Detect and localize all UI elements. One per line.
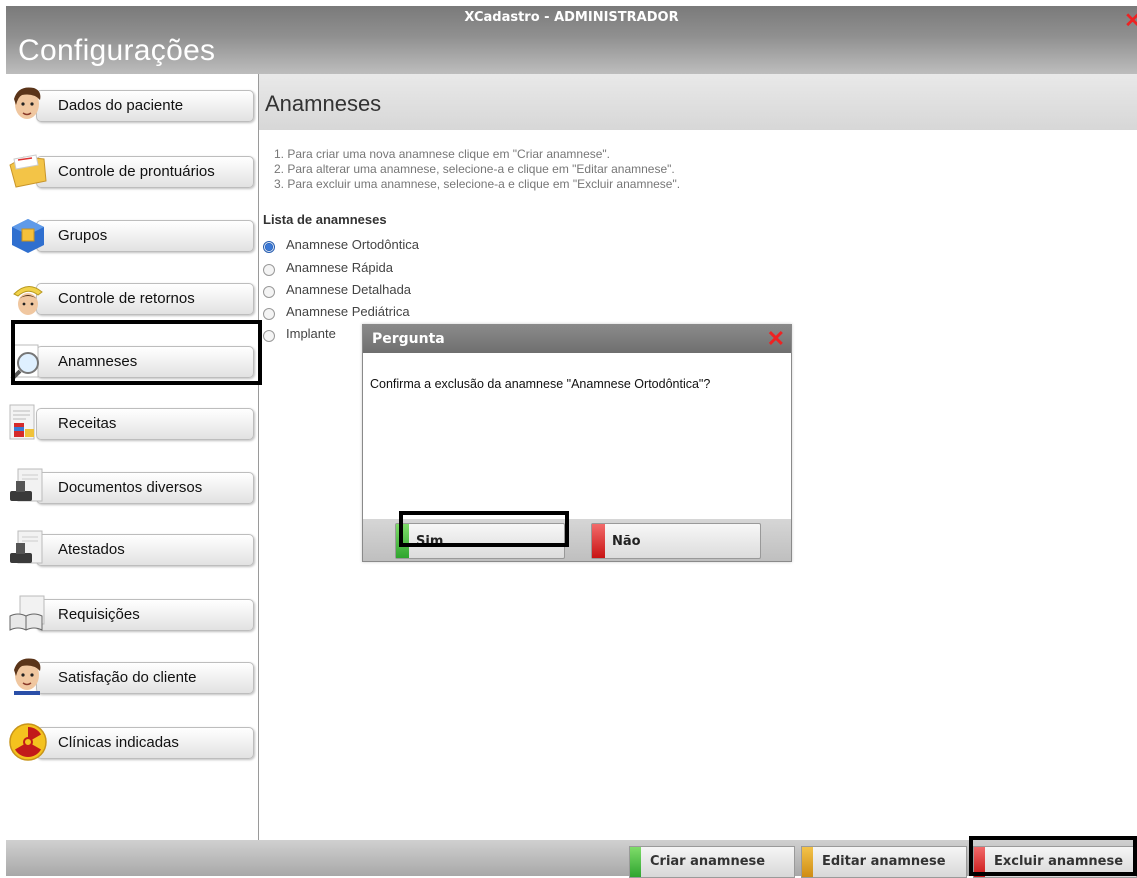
sidebar-item-dados-do-paciente[interactable]: Dados do paciente (6, 83, 258, 127)
list-title: Lista de anamneses (263, 212, 387, 227)
sidebar-item-label: Atestados (58, 541, 125, 558)
green-bar (630, 847, 641, 877)
sidebar-item-label: Dados do paciente (58, 97, 184, 114)
instruction-line: 2. Para alterar uma anamnese, selecione-… (274, 162, 675, 176)
sidebar-item-atestados[interactable]: Atestados (6, 527, 258, 571)
sidebar-item-label: Controle de retornos (58, 290, 195, 307)
yes-button[interactable]: Sim (395, 523, 565, 559)
yes-button-label: Sim (416, 534, 444, 549)
criar-anamnese-button[interactable]: Criar anamnese (629, 846, 795, 878)
book-document-icon (9, 595, 45, 631)
radio-label: Anamnese Rápida (286, 260, 393, 275)
sidebar-item-requisicoes[interactable]: Requisições (6, 592, 258, 636)
sidebar-item-anamneses[interactable]: Anamneses (6, 339, 258, 383)
page-heading: Configurações (18, 34, 216, 67)
close-icon[interactable]: ✕ (767, 326, 785, 352)
editar-anamnese-button[interactable]: Editar anamnese (801, 846, 967, 878)
man-face-icon (14, 658, 41, 695)
sidebar-item-clinicas-indicadas[interactable]: Clínicas indicadas (6, 720, 258, 764)
sidebar-item-satisfacao-do-cliente[interactable]: Satisfação do cliente (6, 655, 258, 699)
sidebar-item-documentos-diversos[interactable]: Documentos diversos (6, 465, 258, 509)
button-label: Criar anamnese (650, 854, 766, 869)
sidebar-item-label: Satisfação do cliente (58, 669, 197, 686)
no-button-label: Não (612, 534, 641, 549)
sidebar-item-label: Controle de prontuários (58, 163, 215, 180)
sidebar-item-label: Anamneses (58, 353, 138, 370)
button-label: Editar anamnese (822, 854, 946, 869)
dialog-title: Pergunta (372, 331, 445, 347)
red-bar (592, 524, 605, 558)
radio-icon[interactable] (263, 264, 275, 276)
return-arrow-icon (13, 286, 43, 315)
radio-icon[interactable] (263, 330, 275, 342)
magnifier-icon (10, 344, 39, 381)
radio-label: Anamnese Detalhada (286, 282, 412, 297)
cube-icon (12, 219, 44, 253)
excluir-anamnese-button[interactable]: Excluir anamnese (973, 846, 1137, 878)
button-label: Excluir anamnese (994, 854, 1124, 869)
sidebar-item-label: Clínicas indicadas (58, 734, 179, 751)
sidebar-item-label: Grupos (58, 227, 108, 244)
folder-icon (9, 154, 47, 188)
red-bar (974, 847, 985, 877)
radio-label: Anamnese Pediátrica (286, 304, 410, 319)
radio-label: Anamnese Ortodôntica (286, 237, 419, 252)
sidebar-item-grupos[interactable]: Grupos (6, 213, 258, 257)
sidebar: Dados do paciente Controle de prontuário… (6, 74, 259, 840)
title-bar: XCadastro - ADMINISTRADOR ✕ Configuraçõe… (6, 6, 1137, 74)
window-title: XCadastro - ADMINISTRADOR (464, 10, 679, 25)
sidebar-item-label: Receitas (58, 415, 117, 432)
bottom-action-bar (6, 840, 1137, 876)
man-face-icon (14, 87, 41, 119)
dialog-message: Confirma a exclusão da anamnese "Anamnes… (370, 377, 711, 391)
orange-bar (802, 847, 813, 877)
dialog-header: Pergunta ✕ (363, 325, 791, 353)
green-bar (396, 524, 409, 558)
confirm-dialog: Pergunta ✕ Confirma a exclusão da anamne… (362, 324, 792, 562)
no-button[interactable]: Não (591, 523, 761, 559)
close-icon[interactable]: ✕ (1124, 8, 1137, 33)
radio-label: Implante (286, 326, 336, 341)
radio-icon[interactable] (263, 308, 275, 320)
sidebar-item-label: Documentos diversos (58, 479, 203, 496)
stamp-document-icon (10, 530, 43, 564)
sidebar-item-receitas[interactable]: Receitas (6, 401, 258, 445)
content-title: Anamneses (265, 91, 382, 116)
radiation-icon (9, 723, 47, 761)
radio-icon[interactable] (263, 286, 275, 298)
instruction-line: 1. Para criar uma nova anamnese clique e… (274, 147, 611, 161)
instructions: 1. Para criar uma nova anamnese clique e… (274, 147, 680, 192)
radio-selected-icon[interactable] (263, 241, 275, 253)
content-header: Anamneses (259, 74, 1137, 130)
stamp-document-icon (10, 468, 43, 502)
sidebar-item-controle-de-prontuarios[interactable]: Controle de prontuários (6, 149, 258, 193)
prescription-icon (9, 404, 35, 440)
sidebar-item-label: Requisições (58, 606, 140, 623)
instruction-line: 3. Para excluir uma anamnese, selecione-… (274, 177, 681, 191)
sidebar-item-controle-de-retornos[interactable]: Controle de retornos (6, 276, 258, 320)
